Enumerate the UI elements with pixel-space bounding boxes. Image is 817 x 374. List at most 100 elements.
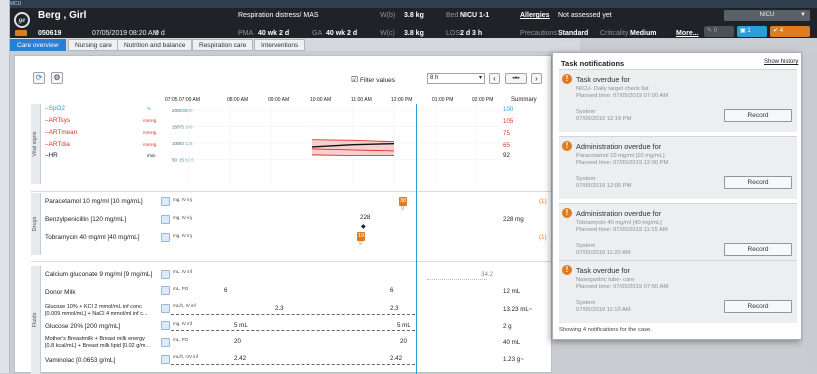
fluid-icon[interactable] bbox=[161, 338, 170, 347]
y-tick: 50 bbox=[179, 141, 185, 146]
vital-signs-chart: 2001002801507518010050125502562.5 bbox=[171, 104, 501, 184]
tab-nutrition-balance[interactable]: Nutrition and balance bbox=[117, 39, 193, 51]
fluid-value: 34.2 bbox=[481, 271, 494, 278]
refresh-button[interactable]: ⟳ bbox=[33, 72, 45, 84]
medication-icon[interactable] bbox=[161, 233, 170, 242]
prev-button[interactable]: ‹ bbox=[489, 73, 500, 84]
fluid-route: mL, PO bbox=[173, 286, 189, 291]
allergies-link[interactable]: Allergies bbox=[520, 12, 550, 19]
window-top-bar: NICU bbox=[0, 0, 817, 8]
record-button[interactable]: Record bbox=[724, 243, 792, 256]
overdue-badge[interactable]: 19 bbox=[357, 232, 366, 241]
filter-values-checkbox[interactable]: ☑ Filter values bbox=[351, 75, 395, 84]
vital-signs-section: Vital signs bbox=[31, 104, 41, 184]
drug-route: mg, IV inj bbox=[173, 215, 192, 220]
notification-title: Task overdue for bbox=[576, 266, 630, 275]
show-history-link[interactable]: Show history bbox=[764, 59, 798, 65]
patient-dob: 07/05/2019 08:20 AM bbox=[92, 30, 159, 37]
weight2-label: W(c) bbox=[380, 30, 395, 37]
time-range-value: 8 h bbox=[430, 75, 439, 81]
fluid-value: 2.3 bbox=[390, 305, 399, 312]
fluid-value: 5 mL bbox=[234, 322, 248, 329]
diagnosis: Respiration distress/ MAS bbox=[238, 12, 319, 19]
medication-icon[interactable] bbox=[161, 215, 170, 224]
artsys-summary: 105 bbox=[503, 118, 514, 125]
unit-label: mmHg bbox=[143, 130, 157, 135]
fluid-value: 6 bbox=[224, 287, 228, 294]
notification-planned: Planned time: 07/05/2019 07:00 AM bbox=[576, 93, 669, 99]
art-band bbox=[312, 139, 394, 156]
fluid-value: 6 bbox=[390, 287, 394, 294]
bed-label: Bed bbox=[446, 12, 459, 19]
patient-name: Berg , Girl bbox=[38, 10, 87, 21]
monitor-icon: ▣ bbox=[740, 28, 746, 34]
drug-summary: (1) bbox=[539, 198, 547, 205]
notification-detail: NICU- Daily target check list bbox=[576, 86, 649, 92]
record-button[interactable]: Record bbox=[724, 109, 792, 122]
overdue-badge[interactable]: 38 bbox=[399, 197, 408, 206]
fluid-icon[interactable] bbox=[161, 304, 170, 313]
next-button[interactable]: › bbox=[531, 73, 542, 84]
notes-pill[interactable]: ✎ 0 bbox=[704, 26, 734, 37]
fluid-name: Donor Milk bbox=[45, 289, 76, 296]
time-range-select[interactable]: 8 h ▾ bbox=[427, 73, 485, 84]
check-icon: ☑ bbox=[351, 75, 359, 84]
drug-value: 228 bbox=[360, 214, 371, 221]
artmean-summary: 75 bbox=[503, 130, 510, 137]
fluid-icon[interactable] bbox=[161, 286, 170, 295]
fluid-name: Vaminolac [0.0653 g/mL] bbox=[45, 357, 116, 364]
patient-age: 0 d bbox=[155, 30, 165, 37]
bed-value: NICU 1-1 bbox=[460, 12, 490, 19]
drug-name: Paracetamol 10 mg/ml [10 mg/mL] bbox=[45, 198, 143, 205]
hr-label: –HR bbox=[45, 152, 58, 159]
badge-sub: 9 bbox=[401, 206, 404, 212]
notification-source: System bbox=[576, 243, 596, 249]
tab-nursing-care[interactable]: Nursing care bbox=[68, 39, 119, 51]
section-label: Drugs bbox=[32, 216, 38, 232]
infusion-line bbox=[171, 364, 415, 365]
notification-card: ! Administration overdue for Paracetamol 1… bbox=[559, 136, 797, 199]
fluid-summary: 1.23 g~ bbox=[503, 356, 524, 363]
tab-care-overview[interactable]: Care overview bbox=[10, 39, 66, 51]
fluid-icon[interactable] bbox=[161, 321, 170, 330]
pma-value: 40 wk 2 d bbox=[258, 30, 290, 37]
care-overview-panel: ⟳ ⚙ ☑ Filter values 8 h ▾ ‹ ◂●▸ › 07:05 0… bbox=[14, 55, 552, 374]
now-button[interactable]: ◂●▸ bbox=[505, 73, 527, 84]
medication-icon[interactable] bbox=[161, 197, 170, 206]
tab-respiration-care[interactable]: Respiration care bbox=[192, 39, 254, 51]
info-pill[interactable]: ▣ 1 bbox=[737, 26, 767, 37]
time-tick: 10:00 AM bbox=[310, 97, 332, 103]
drug-route: mg, IV inj bbox=[173, 233, 192, 238]
more-link[interactable]: More... bbox=[676, 30, 699, 37]
settings-button[interactable]: ⚙ bbox=[51, 72, 63, 84]
now-line bbox=[416, 104, 417, 374]
fluid-value: 2.3 bbox=[275, 305, 284, 312]
record-button[interactable]: Record bbox=[724, 176, 792, 189]
summary-header: Summary bbox=[511, 97, 537, 103]
fluid-value: 20 bbox=[234, 338, 241, 345]
weight2-value: 3.8 kg bbox=[404, 30, 424, 37]
time-tick: 01:00 PM bbox=[432, 97, 454, 103]
record-button[interactable]: Record bbox=[724, 300, 792, 313]
precautions-value: Standard bbox=[558, 30, 589, 37]
tasks-pill[interactable]: ✔ 4 bbox=[770, 26, 810, 37]
tab-interventions[interactable]: Interventions bbox=[254, 39, 306, 51]
pma-label: PMA bbox=[238, 30, 254, 37]
unit-select[interactable]: NICU ▼ bbox=[724, 10, 810, 21]
background-app-strip bbox=[0, 0, 10, 373]
spo2-summary: 100 bbox=[503, 106, 514, 113]
criticality-value: Medium bbox=[630, 30, 657, 37]
divider bbox=[31, 191, 551, 192]
warning-icon: ! bbox=[562, 208, 572, 218]
warning-icon: ! bbox=[562, 141, 572, 151]
notification-card: ! Task overdue for NICU- Daily target chec… bbox=[559, 69, 797, 132]
fluid-icon[interactable] bbox=[161, 270, 170, 279]
notification-time: 07/05/2019 11:10 AM bbox=[576, 307, 631, 313]
notification-card: ! Administration overdue for Tobramycin 40… bbox=[559, 203, 797, 266]
fluid-name: Glucose 10% + KCl 2 mmol/mL inf conc [0.… bbox=[45, 304, 148, 317]
notification-title: Administration overdue for bbox=[576, 142, 662, 151]
fluid-route: mL, PO bbox=[173, 337, 189, 342]
right-background bbox=[804, 52, 817, 373]
fluid-icon[interactable] bbox=[161, 355, 170, 364]
tasks-count: 4 bbox=[779, 28, 784, 34]
